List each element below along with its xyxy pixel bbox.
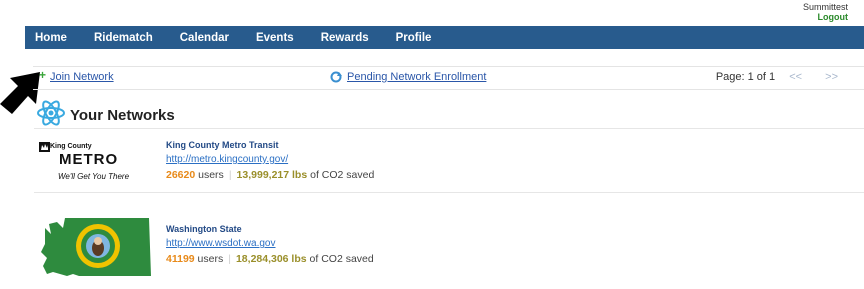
co2-saved-value: 18,284,306 lbs (235, 253, 307, 265)
main-nav: Home Ridematch Calendar Events Rewards P… (25, 26, 864, 49)
king-county-crown-icon (39, 142, 50, 152)
divider (34, 192, 864, 193)
network-url-link[interactable]: http://metro.kingcounty.gov/ (166, 154, 288, 165)
refresh-icon (330, 71, 342, 83)
metro-tagline: We'll Get You There (58, 172, 130, 181)
logout-link[interactable]: Logout (803, 12, 849, 22)
stats-separator: | (228, 253, 231, 265)
network-stats: 26620 users | 13,999,217 lbs of CO2 saved (166, 169, 374, 181)
page-indicator: Page: 1 of 1 (715, 71, 776, 83)
nav-rewards[interactable]: Rewards (321, 32, 369, 44)
pager: Page: 1 of 1 << >> (716, 71, 838, 83)
network-stats: 41199 users | 18,284,306 lbs of CO2 saved (166, 253, 374, 265)
next-page-button[interactable]: >> (825, 71, 838, 83)
washington-state-logo (41, 218, 151, 276)
network-name[interactable]: Washington State (166, 224, 242, 234)
users-label: users (198, 169, 224, 181)
metro-logo: King County METRO We'll Get You There (39, 141, 154, 185)
user-box: Summittest Logout (803, 2, 848, 22)
co2-label: of CO2 saved (310, 169, 375, 181)
users-label: users (197, 253, 224, 265)
stats-separator: | (228, 169, 232, 181)
co2-label: of CO2 saved (309, 253, 374, 265)
nav-ridematch[interactable]: Ridematch (94, 32, 153, 44)
users-count: 26620 (166, 169, 196, 181)
network-icon (37, 100, 65, 126)
co2-saved-value: 13,999,217 lbs (236, 169, 308, 181)
nav-home[interactable]: Home (35, 32, 67, 44)
nav-profile[interactable]: Profile (396, 32, 432, 44)
username: Summittest (802, 2, 848, 12)
king-county-label: King County (50, 143, 92, 150)
plus-icon: + (39, 68, 47, 82)
prev-page-button[interactable]: << (789, 71, 802, 83)
network-url-link[interactable]: http://www.wsdot.wa.gov (166, 238, 276, 249)
metro-wordmark: METRO (59, 151, 119, 168)
network-name[interactable]: King County Metro Transit (166, 140, 279, 150)
page-title: Your Networks (70, 107, 175, 124)
nav-calendar[interactable]: Calendar (180, 32, 229, 44)
network-toolbar: + Join Network Pending Network Enrollmen… (33, 66, 864, 90)
join-network-link[interactable]: Join Network (50, 71, 114, 83)
users-count: 41199 (166, 253, 195, 265)
divider (34, 128, 864, 129)
pending-enrollment-link[interactable]: Pending Network Enrollment (347, 71, 486, 83)
nav-events[interactable]: Events (256, 32, 294, 44)
